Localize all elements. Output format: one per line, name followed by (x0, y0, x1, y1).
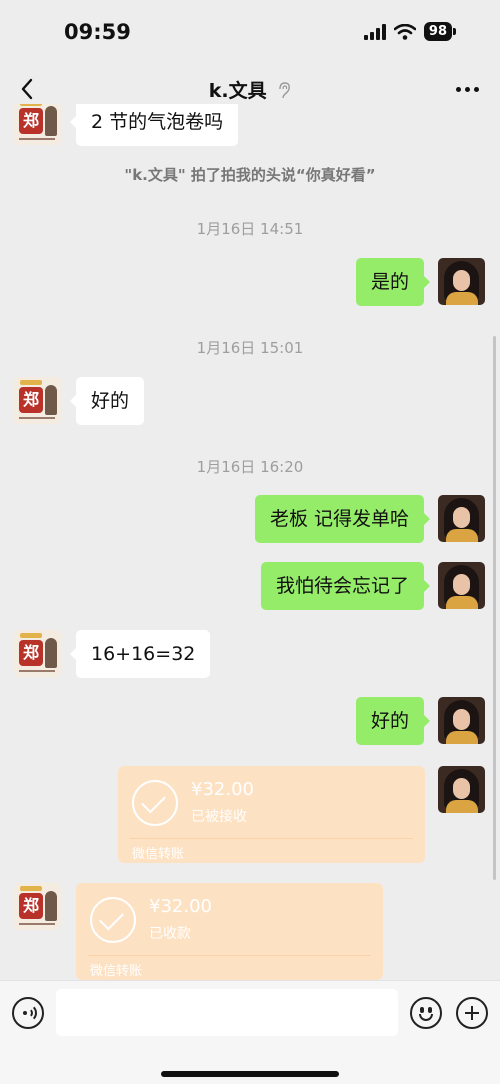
incoming-message[interactable]: 好的 (69, 377, 145, 425)
transfer-amount: ¥32.00 (191, 779, 254, 800)
wifi-icon (393, 23, 416, 40)
home-indicator (161, 1071, 339, 1077)
more-button[interactable] (452, 76, 482, 102)
plus-button[interactable] (456, 997, 488, 1029)
timestamp: 1月16日 15:01 (196, 339, 304, 357)
my-avatar[interactable] (438, 697, 485, 744)
outgoing-message[interactable]: 是的 (355, 258, 431, 306)
check-circle-icon (90, 897, 136, 943)
incoming-message[interactable]: 16+16=32 (69, 630, 211, 678)
timestamp: 1月16日 16:20 (196, 458, 304, 476)
battery-level: 98 (423, 22, 452, 41)
outgoing-message[interactable]: 老板 记得发单哈 (254, 495, 431, 543)
transfer-card-sent[interactable]: ¥32.00 已被接收 微信转账 (118, 766, 425, 863)
contact-avatar[interactable]: 郑 (14, 883, 61, 930)
my-avatar[interactable] (438, 495, 485, 542)
more-dots-icon (455, 86, 461, 92)
contact-avatar[interactable]: 郑 (14, 104, 61, 145)
timestamp: 1月16日 14:51 (196, 220, 304, 238)
incoming-message[interactable]: 2 节的气泡卷吗 (69, 104, 239, 146)
transfer-footer: 微信转账 (132, 847, 185, 862)
chat-title-text: k.文具 (208, 80, 267, 102)
status-icons: 98 (363, 22, 456, 41)
status-bar: 09:59 98 (0, 0, 500, 62)
message-input[interactable] (56, 989, 398, 1036)
contact-avatar[interactable]: 郑 (14, 630, 61, 677)
transfer-divider (130, 838, 413, 839)
check-circle-icon (132, 780, 178, 826)
outgoing-message[interactable]: 好的 (355, 697, 431, 745)
my-avatar[interactable] (438, 258, 485, 305)
transfer-amount: ¥32.00 (149, 896, 212, 917)
transfer-status: 已收款 (149, 926, 191, 942)
input-bar (0, 980, 500, 1084)
outgoing-message[interactable]: 我怕待会忘记了 (260, 562, 431, 610)
transfer-footer: 微信转账 (90, 964, 143, 979)
transfer-card-received[interactable]: ¥32.00 已收款 微信转账 (76, 883, 383, 980)
signal-icon (363, 23, 386, 40)
my-avatar[interactable] (438, 766, 485, 813)
voice-button[interactable] (12, 997, 44, 1029)
contact-avatar[interactable]: 郑 (14, 377, 61, 424)
scrollbar[interactable] (493, 336, 496, 880)
emoji-button[interactable] (410, 997, 442, 1029)
chat-title: k.文具 (0, 76, 500, 103)
my-avatar[interactable] (438, 562, 485, 609)
chat-area[interactable]: 郑 2 节的气泡卷吗 "k.文具" 拍了拍我的头说“你真好看” 1月16日 14… (0, 104, 500, 980)
system-message: "k.文具" 拍了拍我的头说“你真好看” (124, 166, 376, 184)
battery-tip (453, 28, 456, 35)
transfer-divider (88, 955, 371, 956)
status-time: 09:59 (64, 20, 131, 44)
emoji-icon (420, 1007, 424, 1013)
transfer-status: 已被接收 (191, 809, 247, 825)
ear-icon (279, 82, 291, 99)
